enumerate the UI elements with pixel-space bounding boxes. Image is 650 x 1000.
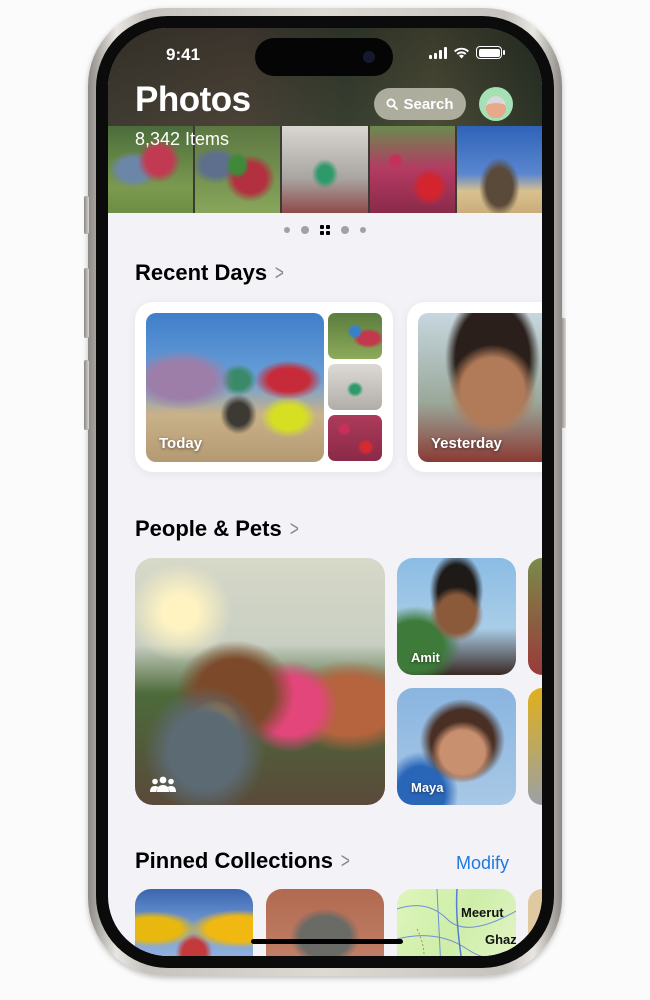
hero-thumbnail[interactable]: [456, 126, 542, 213]
today-side-photo: [328, 364, 382, 410]
page-indicator[interactable]: [108, 225, 542, 235]
today-side-photo: [328, 313, 382, 359]
page-dot[interactable]: [301, 226, 309, 234]
chevron-right-icon: >: [340, 848, 350, 873]
recent-day-card-today[interactable]: Today: [135, 302, 393, 472]
pinned-collections-header[interactable]: Pinned Collections >: [135, 848, 352, 874]
map-label: Meerut: [461, 905, 504, 920]
volume-down-button: [84, 360, 89, 430]
search-label: Search: [403, 95, 454, 113]
action-button: [84, 196, 89, 234]
wifi-icon: [454, 47, 469, 58]
pinned-collection-partial[interactable]: [528, 889, 542, 956]
recent-days-title: Recent Days: [135, 260, 268, 285]
recent-day-card-yesterday[interactable]: Yesterday: [407, 302, 542, 472]
people-group-icon: [150, 776, 176, 792]
photos-app-screen: 9:41 Photos 8,342 Items Search Recent Da…: [108, 28, 542, 956]
recent-day-label: Today: [159, 435, 203, 452]
person-name: Maya: [411, 780, 444, 795]
pinned-collection-card[interactable]: [266, 889, 384, 956]
today-side-photo: [328, 415, 382, 461]
people-pets-header[interactable]: People & Pets >: [135, 516, 301, 542]
volume-up-button: [84, 268, 89, 338]
hero-thumbnail[interactable]: [369, 126, 455, 213]
page-title: Photos: [135, 80, 251, 119]
recent-days-header[interactable]: Recent Days >: [135, 260, 286, 286]
memoji-icon: [486, 96, 506, 118]
dynamic-island: [255, 38, 393, 76]
person-card-partial[interactable]: [528, 558, 542, 675]
search-icon: [386, 98, 399, 110]
power-button: [561, 318, 566, 428]
page-dot[interactable]: [341, 226, 349, 234]
grid-icon[interactable]: [320, 225, 330, 235]
people-pets-title: People & Pets: [135, 516, 282, 541]
person-card-amit[interactable]: Amit: [397, 558, 516, 675]
status-time: 9:41: [166, 45, 201, 64]
status-icons: [429, 46, 505, 59]
cellular-signal-icon: [429, 46, 447, 59]
map-label: Ghaz: [485, 932, 516, 947]
person-name: Amit: [411, 650, 440, 665]
page-dot[interactable]: [284, 227, 290, 233]
page-dot[interactable]: [360, 227, 366, 233]
battery-icon: [476, 46, 505, 59]
hero-thumbnail[interactable]: [282, 126, 368, 213]
item-count: 8,342 Items: [135, 129, 230, 149]
person-card-maya[interactable]: Maya: [397, 688, 516, 805]
camera-icon: [363, 51, 375, 63]
pinned-collection-card[interactable]: [135, 889, 253, 956]
chevron-right-icon: >: [289, 516, 299, 541]
home-indicator[interactable]: [251, 939, 403, 944]
pinned-map-card[interactable]: Meerut Ghaz: [397, 889, 516, 956]
pinned-collections-title: Pinned Collections: [135, 848, 334, 873]
modify-button[interactable]: Modify: [456, 853, 509, 874]
person-card-partial[interactable]: [528, 688, 542, 805]
recent-day-label: Yesterday: [431, 435, 502, 452]
group-photo-card[interactable]: [135, 558, 385, 805]
avatar[interactable]: [479, 87, 513, 121]
search-button[interactable]: Search: [374, 88, 466, 120]
chevron-right-icon: >: [275, 260, 285, 285]
